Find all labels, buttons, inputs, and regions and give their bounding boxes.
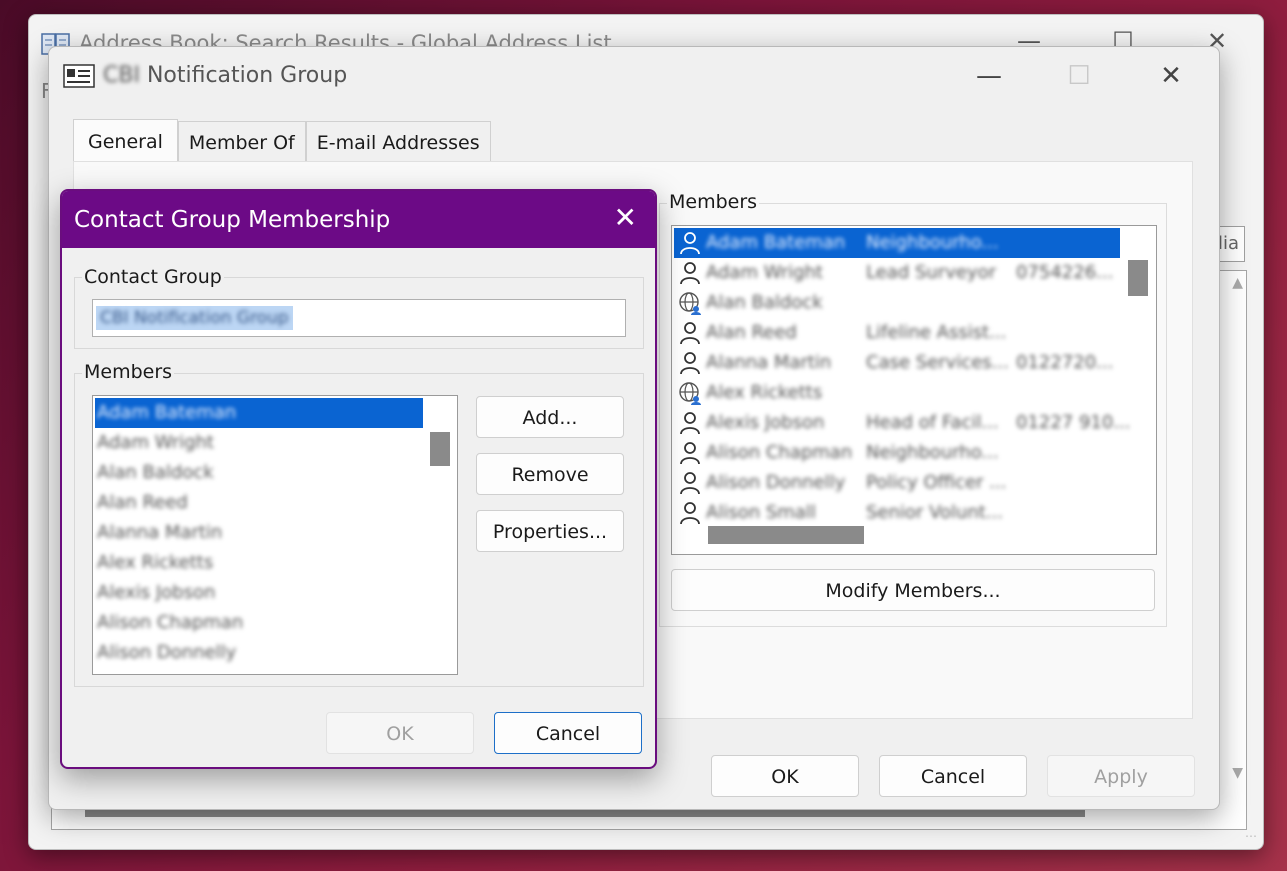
member-title: Senior Volunt... <box>866 502 1004 523</box>
modify-members-button[interactable]: Modify Members... <box>671 569 1155 611</box>
member-title: Neighbourho... <box>866 232 999 253</box>
dialog-members-list[interactable]: Adam Bateman Adam Wright Alan Baldock Alan … <box>92 395 458 675</box>
member-name: Alan Baldock <box>706 292 823 313</box>
member-name: Alexis Jobson <box>97 582 216 603</box>
member-row[interactable]: Alexis Jobson Head of Facil... 01227 910..… <box>674 408 1131 438</box>
tab-strip: General Member Of E-mail Addresses <box>73 119 491 163</box>
person-icon <box>678 261 702 285</box>
minimize-button[interactable]: — <box>967 59 1011 93</box>
member-name: Alanna Martin <box>97 522 223 543</box>
member-name: Alan Reed <box>706 322 797 343</box>
close-button[interactable]: ✕ <box>1149 59 1193 93</box>
person-icon <box>678 501 702 525</box>
contact-group-label: Contact Group <box>82 266 224 288</box>
member-phone: 0754226... <box>1016 262 1114 283</box>
member-row[interactable]: Alison Small Senior Volunt... <box>674 498 1120 528</box>
list-item[interactable]: Alan Baldock <box>95 458 423 488</box>
members-list[interactable]: Adam Bateman Neighbourho... Adam Wright Lea… <box>671 225 1157 555</box>
member-row[interactable]: Adam Wright Lead Surveyor 0754226... <box>674 258 1120 288</box>
member-title: Case Services... <box>866 352 1009 373</box>
member-row[interactable]: Alison Chapman Neighbourho... <box>674 438 1120 468</box>
list-item[interactable]: Alexis Jobson <box>95 578 423 608</box>
list-item[interactable]: Adam Bateman <box>95 398 423 428</box>
resize-grip-icon[interactable]: ⋯ <box>1245 829 1257 843</box>
contact-group-value: CBI Notification Group <box>100 308 289 328</box>
member-title: Policy Officer ... <box>866 472 1007 493</box>
window-title: CBI Notification Group <box>103 63 348 88</box>
ok-button[interactable]: OK <box>326 712 474 754</box>
member-name: Alison Donnelly <box>97 642 237 663</box>
properties-button[interactable]: Properties... <box>476 510 624 552</box>
apply-button[interactable]: Apply <box>1047 755 1195 797</box>
member-name: Alex Ricketts <box>97 552 214 573</box>
dialog-titlebar: Contact Group Membership ✕ <box>62 191 655 248</box>
tab-general[interactable]: General <box>73 119 178 163</box>
vertical-scroll-thumb[interactable] <box>430 432 450 466</box>
add-button[interactable]: Add... <box>476 396 624 438</box>
list-item[interactable]: Alex Ricketts <box>95 548 423 578</box>
member-row[interactable]: Alison Donnelly Policy Officer ... <box>674 468 1120 498</box>
list-item[interactable]: Alison Donnelly <box>95 638 423 668</box>
member-name: Alison Chapman <box>97 612 244 633</box>
member-name: Alan Reed <box>97 492 188 513</box>
list-item[interactable]: Alan Reed <box>95 488 423 518</box>
member-name: Adam Bateman <box>97 402 237 423</box>
scroll-down-icon[interactable]: ▼ <box>1232 765 1243 781</box>
vertical-scroll-thumb[interactable] <box>1128 260 1148 296</box>
member-name: Adam Bateman <box>706 232 846 253</box>
person-icon <box>678 351 702 375</box>
member-name: Alex Ricketts <box>706 382 823 403</box>
member-row[interactable]: Alex Ricketts <box>674 378 1120 408</box>
member-name: Adam Wright <box>706 262 823 283</box>
tab-member-of[interactable]: Member Of <box>177 121 306 163</box>
horizontal-scroll-thumb[interactable] <box>708 526 864 544</box>
globe-contact-icon <box>678 381 702 405</box>
member-title: Neighbourho... <box>866 442 999 463</box>
person-icon <box>678 471 702 495</box>
members-label: Members <box>82 361 175 383</box>
tab-email-addresses[interactable]: E-mail Addresses <box>305 121 491 163</box>
members-label: Members <box>667 191 760 213</box>
person-icon <box>678 321 702 345</box>
member-phone: 0122720... <box>1016 352 1114 373</box>
person-icon <box>678 441 702 465</box>
remove-button[interactable]: Remove <box>476 453 624 495</box>
member-name: Alison Chapman <box>706 442 853 463</box>
distribution-list-icon <box>63 64 95 88</box>
member-name: Alison Donnelly <box>706 472 846 493</box>
dialog-title: Contact Group Membership <box>74 207 391 233</box>
member-name: Alexis Jobson <box>706 412 825 433</box>
list-item[interactable]: Alanna Martin <box>95 518 423 548</box>
cancel-button[interactable]: Cancel <box>494 712 642 754</box>
contact-group-selection: CBI Notification Group <box>96 306 293 330</box>
person-icon <box>678 231 702 255</box>
member-row[interactable]: Alanna Martin Case Services... 0122720... <box>674 348 1120 378</box>
member-phone: 01227 910... <box>1016 412 1131 433</box>
list-item[interactable]: Alison Chapman <box>95 608 423 638</box>
maximize-button: ☐ <box>1067 61 1091 91</box>
list-item[interactable]: Adam Wright <box>95 428 423 458</box>
scroll-up-icon[interactable]: ▲ <box>1232 275 1243 291</box>
member-name: Alan Baldock <box>97 462 214 483</box>
member-title: Lead Surveyor <box>866 262 996 283</box>
member-row[interactable]: Alan Baldock <box>674 288 1120 318</box>
member-title: Head of Facil... <box>866 412 999 433</box>
contact-group-membership-dialog: Contact Group Membership ✕ Contact Group… <box>60 189 657 769</box>
member-name: Alanna Martin <box>706 352 832 373</box>
person-icon <box>678 411 702 435</box>
member-row[interactable]: Alan Reed Lifeline Assist... <box>674 318 1120 348</box>
close-icon[interactable]: ✕ <box>614 201 637 234</box>
ok-button[interactable]: OK <box>711 755 859 797</box>
member-title: Lifeline Assist... <box>866 322 1007 343</box>
member-name: Adam Wright <box>97 432 214 453</box>
cancel-button[interactable]: Cancel <box>879 755 1027 797</box>
member-row[interactable]: Adam Bateman Neighbourho... <box>674 228 1120 258</box>
contact-group-field[interactable]: CBI Notification Group <box>92 299 626 337</box>
globe-contact-icon <box>678 291 702 315</box>
member-name: Alison Small <box>706 502 816 523</box>
horizontal-scrollbar[interactable] <box>85 809 1085 817</box>
